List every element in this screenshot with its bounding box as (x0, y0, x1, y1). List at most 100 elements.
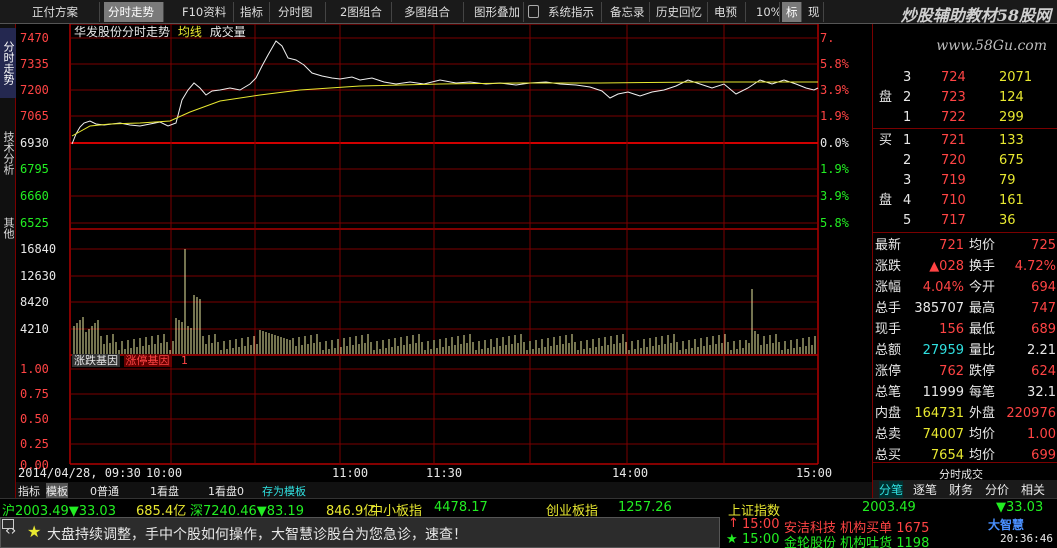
mail-icon[interactable] (2, 519, 14, 529)
up-arrow-icon: ↑ (728, 516, 739, 531)
time-tick: 11:00 (332, 466, 369, 480)
stock-title: 华发股份分时走势 (74, 25, 171, 39)
toolbar-item-history[interactable]: 历史回忆 (652, 2, 708, 22)
pct-tick: 1.9% (820, 162, 849, 176)
tab-watch[interactable]: 1看盘 (150, 483, 179, 499)
order-row-sell-3: 3 724 2071 (903, 70, 1033, 85)
brand-logo: 大智慧 (988, 518, 1025, 532)
price-tick: 6525 (20, 216, 49, 230)
watermark-logo: 炒股辅助教材58股网 (900, 6, 1051, 25)
tab-template[interactable]: 模板 (46, 483, 68, 499)
save-template-button[interactable]: 存为模板 (262, 483, 306, 499)
news-time: 15:00 (742, 532, 780, 547)
indicator-tab-updown[interactable]: 涨跌基因 (72, 354, 120, 367)
indicator-tick: 0.50 (20, 412, 49, 426)
quote-row: 现手 156 最低 689 (875, 322, 1056, 337)
star-icon: ★ (27, 522, 42, 541)
order-row-buy-5: 5 717 36 (903, 213, 1016, 228)
quote-row: 涨幅 4.04% 今开 694 (875, 280, 1056, 295)
right-tab-finance[interactable]: 财务 (949, 481, 973, 498)
index-bar: 沪2003.49▼33.03 685.4亿 深7240.46▼83.19 846… (0, 498, 1057, 519)
lock-icon (528, 5, 539, 18)
right-tab-related[interactable]: 相关 (1021, 481, 1045, 498)
order-row-sell-1: 1 722 299 (903, 110, 1024, 125)
right-tab-trades[interactable]: 分笔 (879, 481, 904, 498)
volume-tick: 8420 (20, 295, 49, 309)
indicator-tick: 0.25 (20, 437, 49, 451)
news-ticker: ↑ 15:00 安洁科技 机构买单 1675 ★ 15:00 金轮股份 机构吐货… (722, 516, 1057, 548)
toolbar-item-plan[interactable]: 正付方案 (28, 2, 100, 22)
time-tick: 15:00 (796, 466, 833, 480)
right-tab-price[interactable]: 分价 (985, 481, 1009, 498)
toolbar-item-mark[interactable]: 标 (782, 2, 802, 22)
pct-tick: 1.9% (820, 109, 849, 123)
quote-row: 最新 721 均价 725 (875, 238, 1056, 253)
announcement-text[interactable]: 大盘持续调整，手中个股如何操作，大智慧诊股台为您急诊，速查！ (47, 524, 467, 544)
quote-panel: 3 724 2071 盘 2 723 124 1 722 299 买 1 721… (872, 24, 1057, 498)
tab-indicator[interactable]: 指标 (18, 483, 40, 499)
price-tick: 6795 (20, 162, 49, 176)
indicator-tab-limit[interactable]: 涨停基因 (123, 354, 172, 367)
quote-row: 内盘 164731 外盘 220976 (875, 406, 1056, 421)
order-row-buy-1: 买 1 721 133 (879, 133, 1024, 148)
intraday-chart (69, 24, 872, 491)
szzs-change: ▼33.03 (996, 500, 1044, 515)
news-text[interactable]: 金轮股份 机构吐货 1198 (784, 532, 929, 548)
price-tick: 7335 (20, 57, 49, 71)
price-tick: 6660 (20, 189, 49, 203)
toolbar-item-zoom[interactable]: 10% (752, 2, 780, 22)
star-icon: ★ (726, 532, 738, 547)
pct-tick: 5.8% (820, 216, 849, 230)
chart-header: 华发股份分时走势 均线 成交量 (74, 23, 246, 40)
indicator-tabs: 涨跌基因 涨停基因 1 (72, 354, 188, 368)
toolbar-item-memo[interactable]: 备忘录 (606, 2, 650, 22)
clock: 20:36:46 (1000, 532, 1053, 545)
time-tick: 10:00 (146, 466, 183, 480)
order-row-buy-3: 3 719 79 (903, 173, 1016, 188)
quote-row: 总卖 74007 均价 1.00 (875, 427, 1056, 442)
zxb-value: 4478.17 (434, 500, 488, 515)
right-tab-bar: 分笔 逐笔 财务 分价 相关 (873, 480, 1057, 498)
volume-tick: 16840 (20, 242, 57, 256)
toolbar-item-indicator[interactable]: 指标 (236, 2, 270, 22)
toolbar-item-now[interactable]: 现 (804, 2, 824, 22)
toolbar-item-elec[interactable]: 电预 (710, 2, 746, 22)
price-line (71, 40, 819, 145)
tab-watch0[interactable]: 1看盘0 (208, 483, 244, 499)
toolbar-item-chart[interactable]: 分时图 (274, 2, 326, 22)
avg-legend: 均线 (177, 25, 202, 39)
volume-tick: 12630 (20, 269, 57, 283)
tab-normal[interactable]: 0普通 (90, 483, 119, 499)
indicator-tick: 0.75 (20, 387, 49, 401)
quote-row: 总额 27959 量比 2.21 (875, 343, 1056, 358)
order-row-buy-4: 盘 4 710 161 (879, 193, 1024, 208)
toolbar-item-f10[interactable]: F10资料 (178, 2, 234, 22)
order-row-sell-2: 盘 2 723 124 (879, 90, 1024, 105)
volume-tick: 4210 (20, 322, 49, 336)
pct-tick: 7. (820, 31, 835, 45)
announcement-bar: ‹› ★ 大盘持续调整，手中个股如何操作，大智慧诊股台为您急诊，速查！ (0, 517, 720, 548)
quote-row: 总买 7654 均价 699 (875, 448, 1056, 463)
pct-tick: 3.9% (820, 189, 849, 203)
indicator-tick: 1.00 (20, 362, 49, 376)
toolbar-item-2chart[interactable]: 2图组合 (336, 2, 392, 22)
main-toolbar: 正付方案 分时走势 F10资料 指标 分时图 2图组合 多图组合 图形叠加 系统… (0, 0, 1057, 25)
toolbar-item-multichart[interactable]: 多图组合 (400, 2, 464, 22)
szzs-value: 2003.49 (862, 500, 916, 515)
price-tick: 7200 (20, 83, 49, 97)
order-row-buy-2: 2 720 675 (903, 153, 1024, 168)
price-tick: 7065 (20, 109, 49, 123)
time-axis-date: 2014/04/28, 09:30 (18, 466, 141, 480)
right-tab-tick[interactable]: 逐笔 (913, 481, 937, 498)
time-tick: 11:30 (426, 466, 463, 480)
toolbar-item-overlay[interactable]: 图形叠加 (470, 2, 524, 22)
price-tick: 6930 (20, 136, 49, 150)
chart-grid (69, 24, 872, 491)
toolbar-item-system[interactable]: 系统指示 (544, 2, 602, 22)
indicator-value: 1 (181, 354, 188, 367)
pct-tick: 3.9% (820, 83, 849, 97)
toolbar-item-intraday[interactable]: 分时走势 (104, 2, 164, 22)
news-time: 15:00 (742, 517, 780, 532)
pct-tick: 5.8% (820, 57, 849, 71)
volume-legend: 成交量 (209, 25, 246, 39)
